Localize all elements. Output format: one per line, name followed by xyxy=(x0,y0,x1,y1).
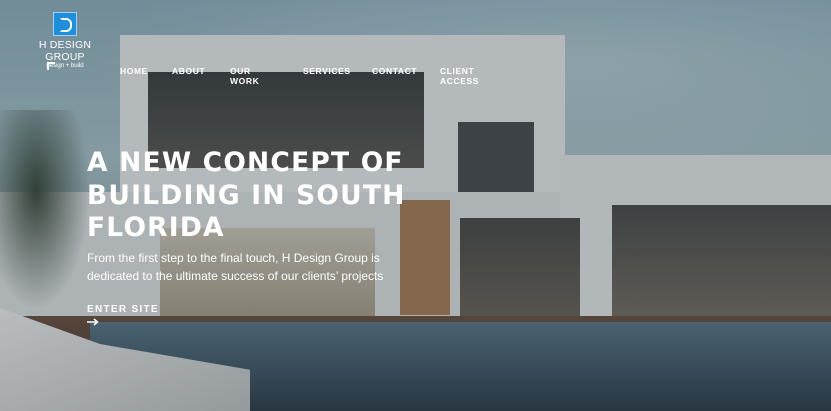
nav-item-our-work[interactable]: OUR WORK xyxy=(230,66,259,86)
hero-subtext: From the first step to the final touch, … xyxy=(87,251,384,283)
nav-item-about[interactable]: ABOUT xyxy=(172,66,205,76)
nav-item-client-access[interactable]: CLIENT ACCESS xyxy=(440,66,479,86)
nav-item-services[interactable]: SERVICES xyxy=(303,66,351,76)
brand-tagline: design + build xyxy=(46,63,84,69)
hero-section: H DESIGN GROUP design + build HOME ABOUT… xyxy=(0,0,831,411)
nav-corner-icon xyxy=(47,62,55,70)
nav-item-contact[interactable]: CONTACT xyxy=(372,66,417,76)
brand-name: H DESIGN GROUP xyxy=(38,39,92,63)
logo-icon xyxy=(53,12,77,36)
brand-logo[interactable]: H DESIGN GROUP design + build xyxy=(22,12,108,70)
enter-site-link[interactable]: ENTER SITE xyxy=(87,304,159,315)
arrow-right-icon[interactable] xyxy=(87,318,99,326)
nav-item-home[interactable]: HOME xyxy=(120,66,148,76)
hero-headline: A NEW CONCEPT OF BUILDING IN SOUTH FLORI… xyxy=(87,147,406,243)
